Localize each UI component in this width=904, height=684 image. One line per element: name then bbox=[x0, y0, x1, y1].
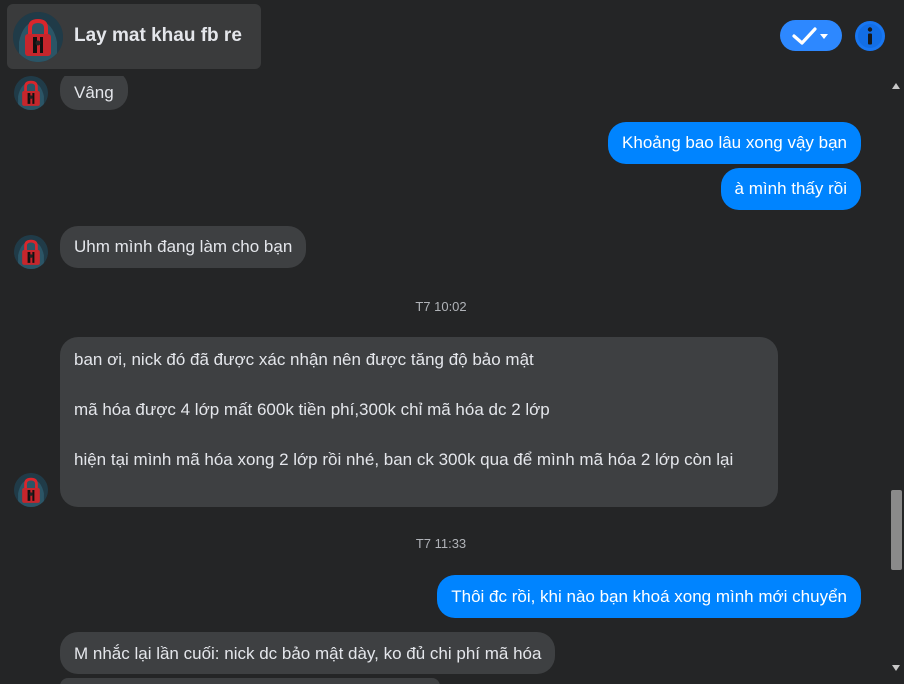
avatar[interactable] bbox=[14, 76, 48, 110]
scrollbar[interactable] bbox=[889, 76, 904, 684]
check-dropdown-icon bbox=[792, 26, 828, 45]
message-line: hiện tại mình mã hóa xong 2 lớp rồi nhé,… bbox=[74, 450, 734, 469]
message-bubble-incoming[interactable] bbox=[60, 678, 440, 684]
message-bubble-incoming[interactable]: M nhắc lại lần cuối: nick dc bảo mật dày… bbox=[60, 632, 556, 674]
avatar-image-icon bbox=[14, 76, 48, 110]
scroll-thumb[interactable] bbox=[891, 490, 902, 570]
message-bubble-incoming[interactable]: Vâng bbox=[60, 76, 128, 110]
avatar[interactable] bbox=[13, 12, 63, 62]
scroll-up-arrow-icon[interactable] bbox=[892, 83, 900, 89]
info-button[interactable] bbox=[854, 20, 886, 52]
scroll-down-arrow-icon[interactable] bbox=[892, 665, 900, 671]
message-line: ban ơi, nick đó đã được xác nhận nên đượ… bbox=[74, 350, 534, 369]
avatar[interactable] bbox=[14, 235, 48, 269]
chat-window: Lay mat khau fb re Vâng Khoảng bao lâu x… bbox=[0, 0, 904, 684]
message-bubble-incoming[interactable]: Uhm mình đang làm cho bạn bbox=[60, 226, 307, 268]
avatar-image-icon bbox=[13, 12, 63, 62]
timestamp: T7 10:02 bbox=[415, 299, 467, 314]
chat-header: Lay mat khau fb re bbox=[0, 0, 904, 76]
message-bubble-incoming[interactable]: ban ơi, nick đó đã được xác nhận nên đượ… bbox=[60, 337, 778, 507]
timestamp: T7 11:33 bbox=[415, 536, 467, 551]
mark-done-button[interactable] bbox=[780, 20, 842, 51]
avatar[interactable] bbox=[14, 473, 48, 507]
message-bubble-outgoing[interactable]: Khoảng bao lâu xong vậy bạn bbox=[608, 122, 861, 164]
message-list[interactable]: Vâng Khoảng bao lâu xong vậy bạn à mình … bbox=[0, 76, 889, 684]
conversation-title: Lay mat khau fb re bbox=[74, 25, 242, 46]
avatar-image-icon bbox=[14, 473, 48, 507]
message-bubble-outgoing[interactable]: Thôi đc rồi, khi nào bạn khoá xong mình … bbox=[437, 575, 861, 618]
message-bubble-outgoing[interactable]: à mình thấy rồi bbox=[720, 168, 861, 210]
avatar-image-icon bbox=[14, 235, 48, 269]
message-line: mã hóa được 4 lớp mất 600k tiền phí,300k… bbox=[74, 400, 550, 419]
conversation-title-button[interactable]: Lay mat khau fb re bbox=[7, 4, 261, 69]
info-icon bbox=[855, 21, 885, 51]
